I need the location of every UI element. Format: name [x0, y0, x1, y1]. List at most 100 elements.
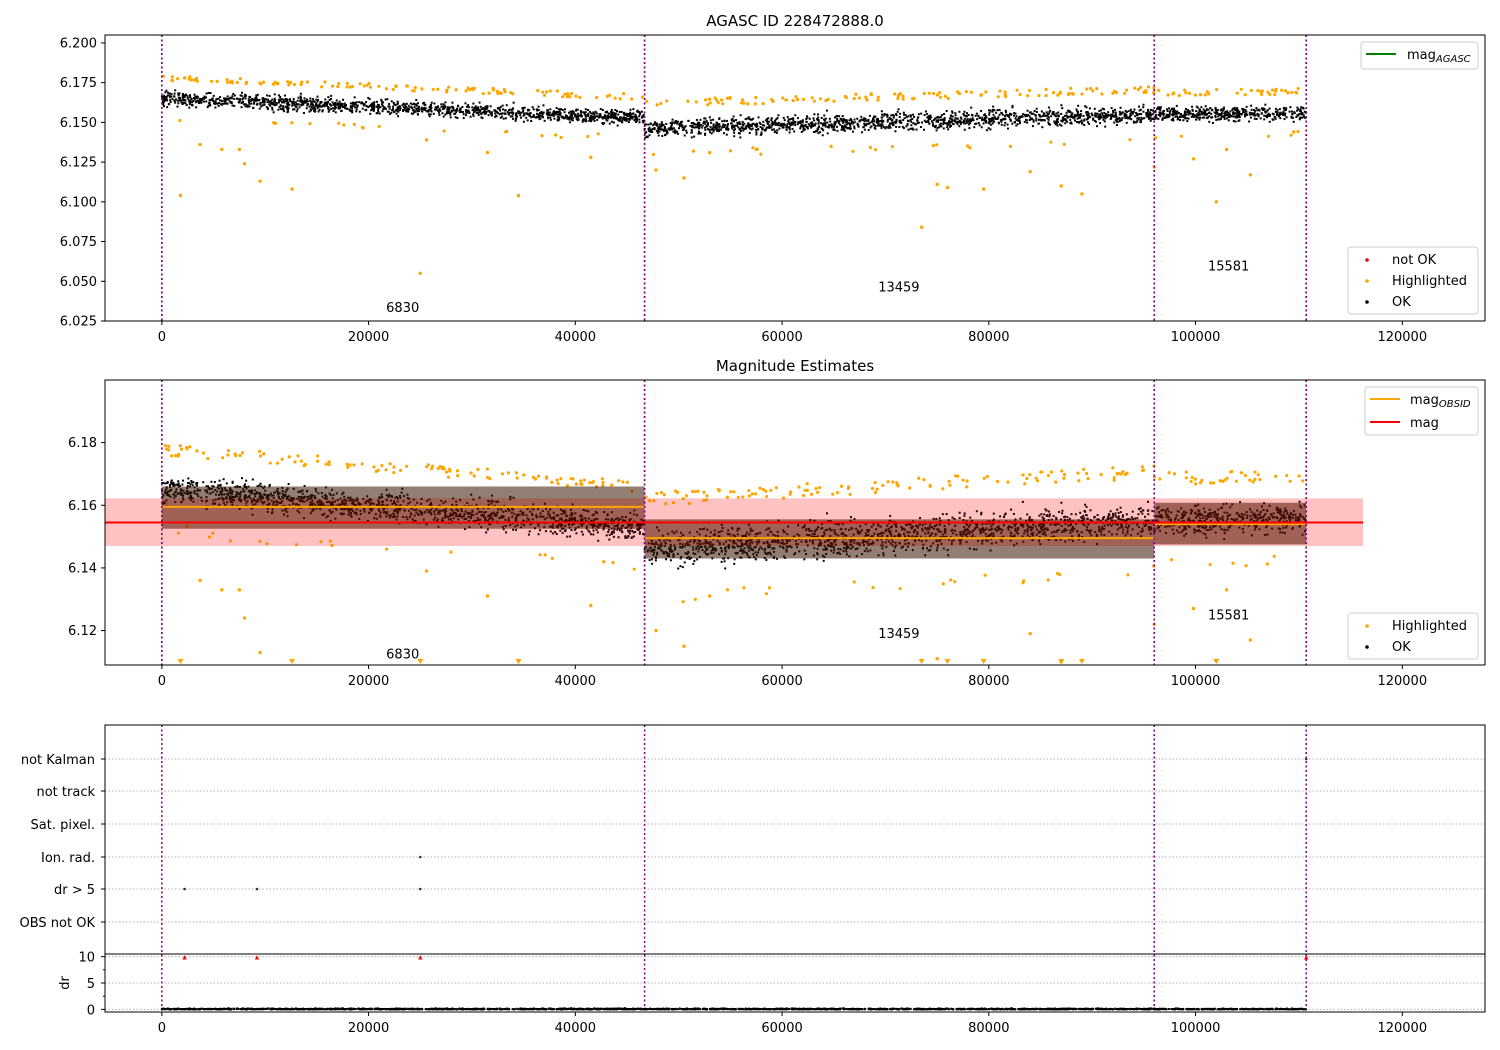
- ok-point: [923, 114, 926, 117]
- ok-point: [839, 117, 842, 120]
- ok-point: [975, 112, 978, 115]
- ok-point: [1015, 119, 1018, 122]
- ok-point: [251, 478, 254, 481]
- ok-point: [546, 113, 549, 116]
- ok-point: [514, 119, 517, 122]
- ok-point: [185, 104, 188, 107]
- highlighted-point: [238, 77, 242, 81]
- ok-point: [607, 114, 610, 117]
- ok-point: [443, 104, 446, 107]
- ok-point: [708, 116, 711, 119]
- ok-point: [984, 117, 987, 120]
- ok-point: [479, 105, 482, 108]
- highlighted-outlier: [258, 179, 262, 183]
- highlighted-point: [1044, 87, 1048, 91]
- ok-point: [771, 128, 774, 131]
- ok-point: [916, 122, 919, 125]
- ok-point: [468, 106, 471, 109]
- highlighted-outlier: [485, 150, 490, 155]
- highlighted-point: [345, 85, 349, 89]
- ok-point: [993, 120, 996, 123]
- ok-point: [649, 122, 652, 125]
- highlighted-point: [361, 126, 365, 130]
- ok-point: [867, 129, 870, 132]
- ok-point: [654, 121, 657, 124]
- ok-point: [746, 117, 749, 120]
- ok-point: [958, 125, 961, 128]
- ok-point: [233, 104, 236, 107]
- ok-point: [1067, 115, 1070, 118]
- ok-point: [705, 120, 708, 123]
- ok-point: [1113, 121, 1116, 124]
- ok-point: [617, 119, 620, 122]
- ok-point: [616, 124, 619, 127]
- ok-point: [386, 98, 389, 101]
- ok-point: [1165, 113, 1168, 116]
- ok-point: [760, 131, 763, 134]
- highlighted-point: [271, 82, 276, 86]
- ok-point: [292, 102, 295, 105]
- ok-point: [652, 124, 655, 127]
- ok-point: [755, 133, 758, 136]
- ok-point: [1109, 114, 1112, 117]
- ok-point: [220, 100, 223, 103]
- highlighted-point: [1177, 93, 1181, 98]
- ok-point: [1133, 108, 1136, 111]
- ok-point: [749, 118, 752, 121]
- ok-point: [283, 110, 286, 113]
- ok-point: [226, 95, 229, 98]
- y-tick-label: 6.175: [60, 76, 97, 91]
- legend-agasc: magAGASC: [1360, 41, 1479, 70]
- ok-point: [943, 120, 946, 123]
- ok-point: [547, 117, 550, 120]
- ok-point: [407, 104, 410, 107]
- ok-point: [1004, 109, 1007, 112]
- ok-point: [1197, 116, 1200, 119]
- ok-point: [1157, 108, 1160, 111]
- highlighted-point: [1291, 130, 1296, 134]
- ok-point: [1238, 116, 1241, 119]
- highlighted-point: [753, 102, 757, 106]
- ok-point: [1060, 124, 1063, 127]
- ok-point: [1042, 112, 1045, 115]
- ok-point: [1271, 112, 1274, 115]
- ok-point: [560, 108, 563, 111]
- ok-point: [205, 100, 208, 103]
- ok-point: [989, 128, 992, 131]
- ok-point: [970, 106, 973, 109]
- ok-point: [1018, 120, 1021, 123]
- ok-point: [1203, 116, 1206, 119]
- ok-point: [613, 116, 616, 119]
- ok-point: [894, 130, 897, 133]
- ok-point: [462, 117, 465, 120]
- ok-point: [826, 132, 829, 135]
- ok-point: [1009, 119, 1012, 122]
- ok-point: [1112, 109, 1115, 112]
- highlighted-point: [795, 97, 800, 102]
- ok-point: [988, 117, 991, 120]
- ok-point: [172, 481, 175, 484]
- ok-point: [305, 107, 308, 110]
- highlighted-point: [728, 149, 733, 153]
- highlighted-point: [542, 93, 547, 97]
- ok-point: [177, 480, 180, 483]
- ok-point: [872, 118, 875, 121]
- ok-point: [762, 120, 765, 123]
- highlighted-point: [464, 89, 468, 93]
- ok-point: [825, 109, 828, 112]
- highlighted-point: [555, 89, 559, 93]
- ok-point: [195, 483, 198, 486]
- ok-point: [1057, 111, 1060, 114]
- legend-marker: [1365, 279, 1369, 283]
- ok-point: [626, 113, 629, 116]
- ok-point: [338, 100, 341, 103]
- ok-point: [787, 120, 790, 123]
- ok-point: [437, 111, 440, 114]
- ok-point: [920, 112, 923, 115]
- ok-point: [1168, 107, 1171, 110]
- highlighted-point: [574, 94, 578, 98]
- ok-point: [817, 120, 820, 123]
- ok-point: [1263, 118, 1266, 121]
- ok-point: [595, 112, 598, 115]
- ok-point: [253, 100, 256, 103]
